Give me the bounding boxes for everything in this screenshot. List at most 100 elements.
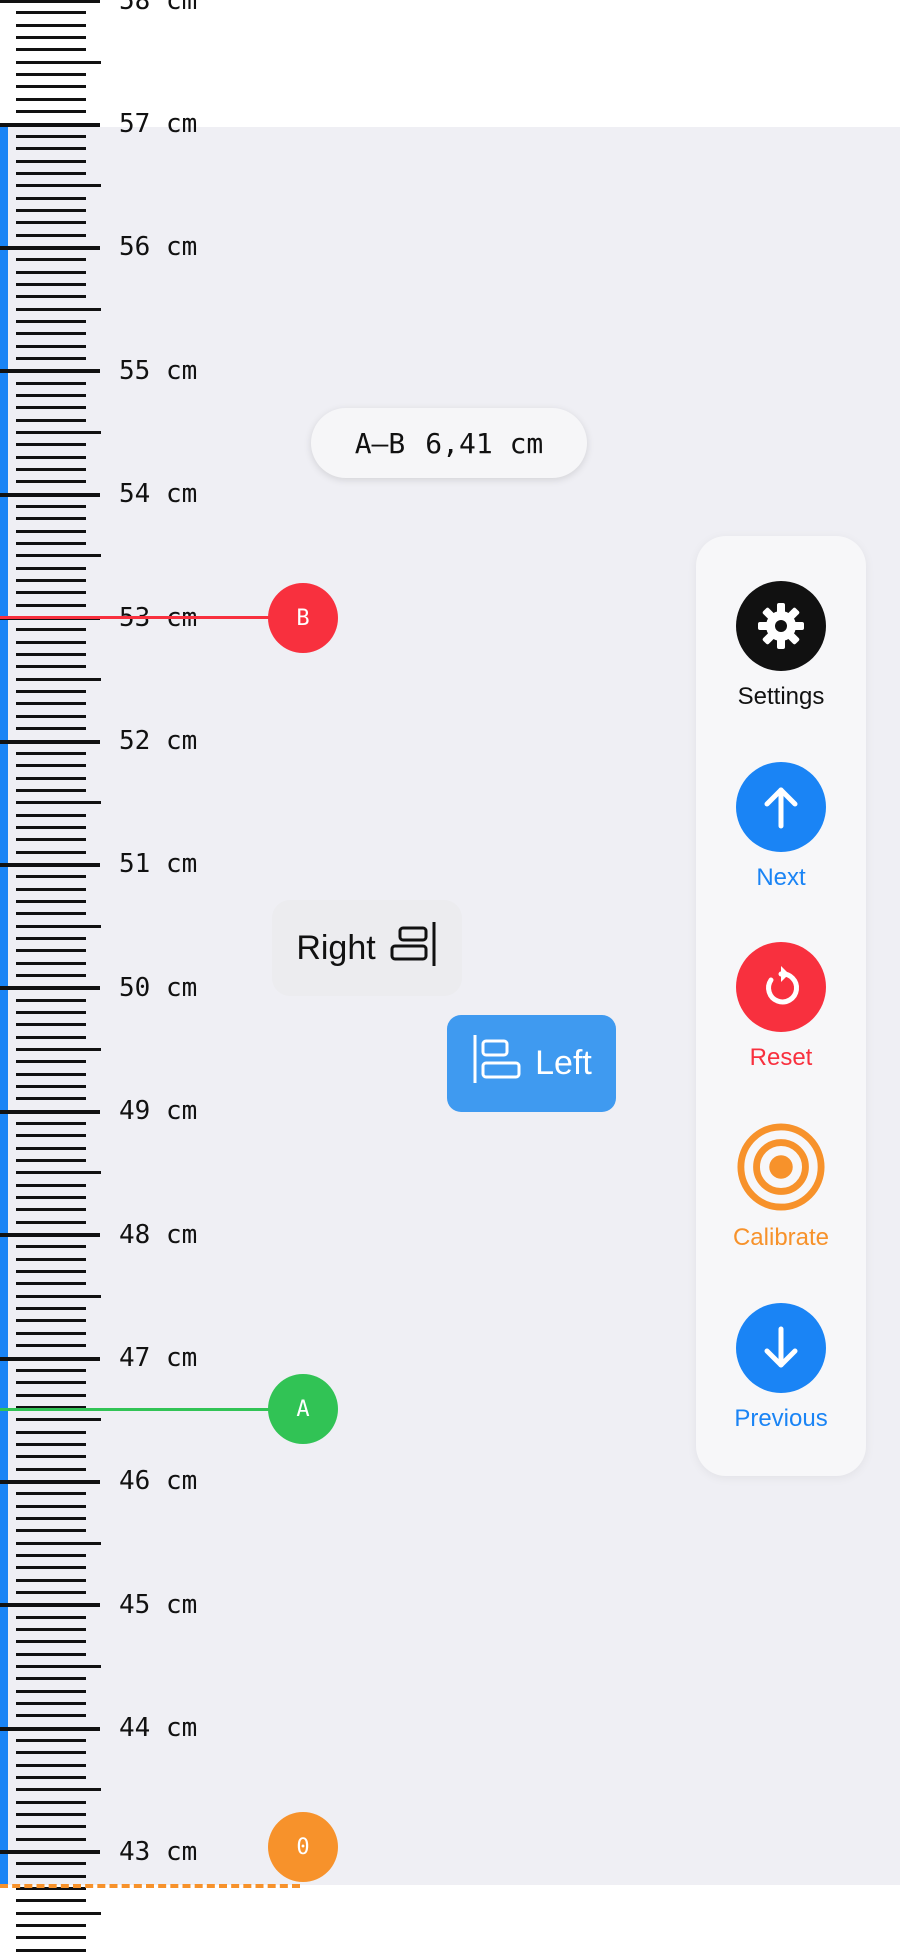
minor-tick <box>16 23 86 27</box>
minor-tick <box>16 1208 86 1212</box>
next-label: Next <box>756 864 806 891</box>
minor-tick <box>16 1282 86 1286</box>
minor-tick <box>16 1492 86 1496</box>
gear-icon <box>736 581 826 671</box>
previous-label: Previous <box>734 1405 828 1432</box>
minor-tick <box>16 196 86 200</box>
major-tick <box>0 122 100 127</box>
minor-tick <box>16 825 86 829</box>
marker-b-handle[interactable]: B <box>268 583 338 653</box>
minor-tick <box>16 1776 86 1780</box>
minor-tick <box>16 393 86 397</box>
minor-tick <box>16 1085 86 1089</box>
zero-marker-label: 0 <box>296 1834 310 1860</box>
minor-tick <box>16 1936 86 1940</box>
settings-button[interactable]: Settings <box>696 581 866 711</box>
marker-a-label: A <box>296 1396 310 1422</box>
minor-tick <box>16 332 86 336</box>
minor-tick <box>16 1566 86 1570</box>
minor-tick <box>16 961 86 965</box>
minor-tick <box>16 1763 86 1767</box>
minor-tick <box>16 1825 86 1829</box>
minor-tick <box>16 1627 86 1631</box>
reset-button[interactable]: Reset <box>696 942 866 1072</box>
cm-label: 57 cm <box>119 109 198 139</box>
minor-tick <box>16 677 101 681</box>
cm-label: 52 cm <box>119 726 198 756</box>
minor-tick <box>16 714 86 718</box>
major-tick <box>0 739 100 744</box>
arrow-up-icon <box>736 762 826 852</box>
minor-tick <box>16 36 86 40</box>
minor-tick <box>16 998 86 1002</box>
measurement-pair: A—B <box>354 426 406 460</box>
minor-tick <box>16 1220 86 1224</box>
major-tick <box>0 492 100 497</box>
minor-tick <box>16 788 86 792</box>
minor-tick <box>16 1689 86 1693</box>
minor-tick <box>16 529 86 533</box>
minor-tick <box>16 1652 86 1656</box>
minor-tick <box>16 1813 86 1817</box>
arrow-down-icon <box>736 1303 826 1393</box>
minor-tick <box>16 1442 86 1446</box>
minor-tick <box>16 1677 86 1681</box>
minor-tick <box>16 542 86 546</box>
minor-tick <box>16 1615 86 1619</box>
minor-tick <box>16 1010 86 1014</box>
zero-marker-handle[interactable]: 0 <box>268 1812 338 1882</box>
calibrate-label: Calibrate <box>732 1224 830 1251</box>
minor-tick <box>16 899 86 903</box>
minor-tick <box>16 603 86 607</box>
align-left-button[interactable]: Left <box>447 1015 616 1112</box>
minor-tick <box>16 1430 86 1434</box>
major-tick <box>0 369 100 374</box>
measurement-value: 6,41 cm <box>425 426 544 460</box>
ruler[interactable]: 58 cm 57 cm 56 cm 55 cm 54 cm 53 cm 52 c… <box>0 0 230 1955</box>
minor-tick <box>16 1134 86 1138</box>
minor-tick <box>16 653 86 657</box>
minor-tick <box>16 1467 86 1471</box>
minor-tick <box>16 1665 101 1668</box>
minor-tick <box>16 813 86 817</box>
minor-tick <box>16 1048 101 1051</box>
align-right-button[interactable]: Right <box>272 900 462 996</box>
major-tick <box>0 986 100 991</box>
minor-tick <box>16 1529 86 1533</box>
major-tick <box>0 1109 100 1114</box>
minor-tick <box>16 270 86 274</box>
minor-tick <box>16 184 101 188</box>
minor-tick <box>16 776 86 780</box>
minor-tick <box>16 1739 86 1743</box>
settings-label: Settings <box>737 683 825 710</box>
cm-label: 45 cm <box>119 1589 198 1620</box>
minor-tick <box>16 1874 86 1878</box>
calibrate-button[interactable]: Calibrate <box>696 1122 866 1252</box>
minor-tick <box>16 60 101 64</box>
previous-button[interactable]: Previous <box>696 1303 866 1433</box>
major-tick <box>0 0 100 4</box>
align-right-icon <box>390 920 438 977</box>
minor-tick <box>16 1381 86 1385</box>
minor-tick <box>16 1146 86 1150</box>
major-tick <box>0 245 100 250</box>
minor-tick <box>16 1072 86 1076</box>
align-left-icon <box>471 1033 523 1094</box>
major-tick <box>0 1479 100 1484</box>
minor-tick <box>16 1455 86 1459</box>
side-panel: Settings Next Reset Calibrate Previous <box>696 536 866 1476</box>
minor-tick <box>16 431 101 434</box>
marker-a-handle[interactable]: A <box>268 1374 338 1444</box>
minor-tick <box>16 1035 86 1039</box>
minor-tick <box>16 1294 101 1298</box>
minor-tick <box>16 1393 86 1397</box>
minor-tick <box>16 1948 86 1952</box>
marker-b-label: B <box>296 605 310 631</box>
cm-label: 50 cm <box>119 972 198 1003</box>
minor-tick <box>16 110 86 114</box>
minor-tick <box>16 579 86 583</box>
minor-tick <box>16 1122 86 1126</box>
minor-tick <box>16 875 86 879</box>
next-button[interactable]: Next <box>696 762 866 892</box>
minor-tick <box>16 1307 86 1311</box>
